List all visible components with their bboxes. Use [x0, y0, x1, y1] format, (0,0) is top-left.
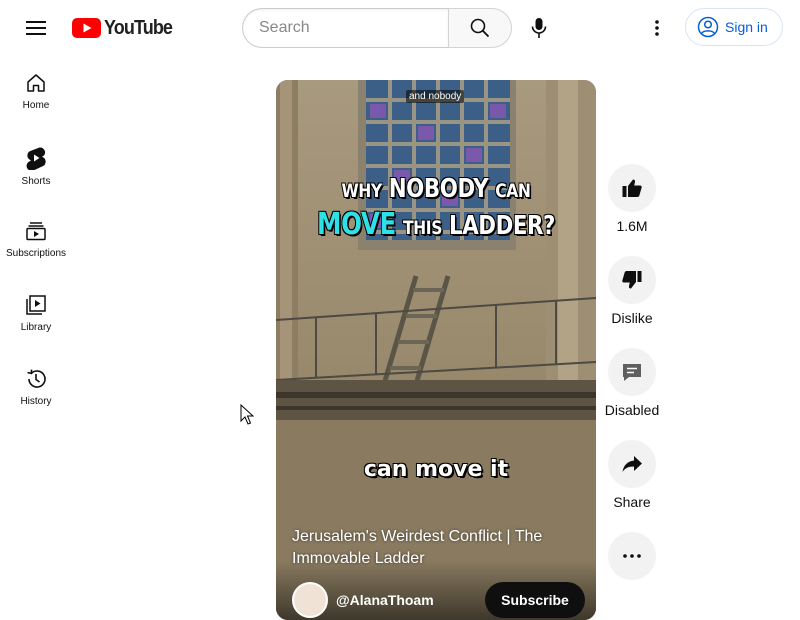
share-label: Share [613, 494, 651, 510]
hamburger-menu-icon [26, 21, 46, 35]
video-headline-overlay: WHY NOBODY CAN MOVE THIS LADDER? [305, 172, 567, 245]
subscribe-button[interactable]: Subscribe [485, 582, 585, 618]
top-bar: YouTube Sign in [0, 0, 800, 56]
logo-text: YouTube [104, 16, 173, 39]
subscriptions-icon [26, 222, 46, 241]
shorts-icon [26, 147, 46, 170]
short-actions: 1.6M Dislike Disabled Share [604, 164, 660, 600]
sign-in-button[interactable]: Sign in [685, 8, 783, 46]
hamburger-menu-button[interactable] [16, 8, 56, 48]
sidebar: Home Shorts Subscriptions Library Histor… [0, 56, 72, 426]
sidebar-item-home[interactable]: Home [0, 56, 72, 130]
youtube-play-logo-icon [72, 18, 101, 38]
sidebar-item-label: Shorts [21, 176, 51, 187]
comments-action: Disabled [604, 348, 660, 420]
headline-word-highlight: MOVE [316, 207, 396, 242]
thumbs-down-icon [622, 271, 642, 289]
caption-overlay-top: and nobody [406, 90, 465, 103]
dislike-button[interactable] [608, 256, 656, 304]
horizontal-dots-icon [623, 554, 641, 558]
comment-icon [623, 364, 641, 381]
account-circle-icon [697, 16, 719, 38]
headline-word: THIS [402, 217, 443, 239]
sidebar-item-library[interactable]: Library [0, 278, 72, 352]
share-icon [622, 456, 642, 472]
sidebar-item-shorts[interactable]: Shorts [0, 130, 72, 204]
sign-in-label: Sign in [725, 19, 768, 35]
like-button[interactable] [608, 164, 656, 212]
channel-row: @AlanaThoam Subscribe [292, 582, 592, 618]
vertical-dots-icon [655, 20, 659, 36]
home-icon [27, 74, 45, 92]
channel-name[interactable]: @AlanaThoam [336, 592, 434, 608]
headline-word: LADDER? [449, 211, 555, 241]
channel-avatar[interactable] [292, 582, 328, 618]
settings-more-button[interactable] [637, 8, 677, 48]
dislike-label: Dislike [611, 310, 653, 326]
comments-button[interactable] [608, 348, 656, 396]
sidebar-item-label: Library [20, 322, 52, 333]
search-bar [242, 8, 512, 48]
video-subtitle: can move it [363, 457, 509, 482]
search-icon [470, 18, 490, 38]
headline-word: WHY [341, 180, 382, 202]
sidebar-item-label: Home [22, 100, 50, 111]
microphone-icon [531, 18, 547, 38]
thumbs-up-icon [622, 179, 642, 197]
library-icon [26, 295, 46, 315]
sidebar-item-history[interactable]: History [0, 352, 72, 426]
dislike-action: Dislike [606, 256, 658, 328]
share-action: Share [606, 440, 658, 512]
like-count: 1.6M [616, 218, 648, 234]
search-button[interactable] [448, 8, 512, 48]
sidebar-item-label: History [20, 396, 52, 407]
more-action [606, 532, 658, 580]
headline-word: NOBODY [388, 174, 489, 204]
voice-search-button[interactable] [519, 8, 559, 48]
mouse-cursor-icon [240, 404, 254, 425]
headline-word: CAN [495, 180, 531, 202]
comments-label: Disabled [604, 402, 660, 418]
share-button[interactable] [608, 440, 656, 488]
headline-line-1: WHY NOBODY CAN [305, 172, 567, 208]
short-title[interactable]: Jerusalem's Weirdest Conflict | The Immo… [292, 526, 572, 570]
search-input[interactable] [242, 8, 448, 48]
like-action: 1.6M [606, 164, 658, 236]
sidebar-item-subscriptions[interactable]: Subscriptions [0, 204, 72, 278]
sidebar-item-label: Subscriptions [5, 248, 67, 259]
youtube-logo[interactable]: YouTube [72, 16, 180, 40]
headline-line-2: MOVE THIS LADDER? [305, 208, 567, 245]
shorts-video-player[interactable]: and nobody WHY NOBODY CAN MOVE THIS LADD… [276, 80, 596, 620]
more-actions-button[interactable] [608, 532, 656, 580]
history-icon [27, 369, 46, 388]
